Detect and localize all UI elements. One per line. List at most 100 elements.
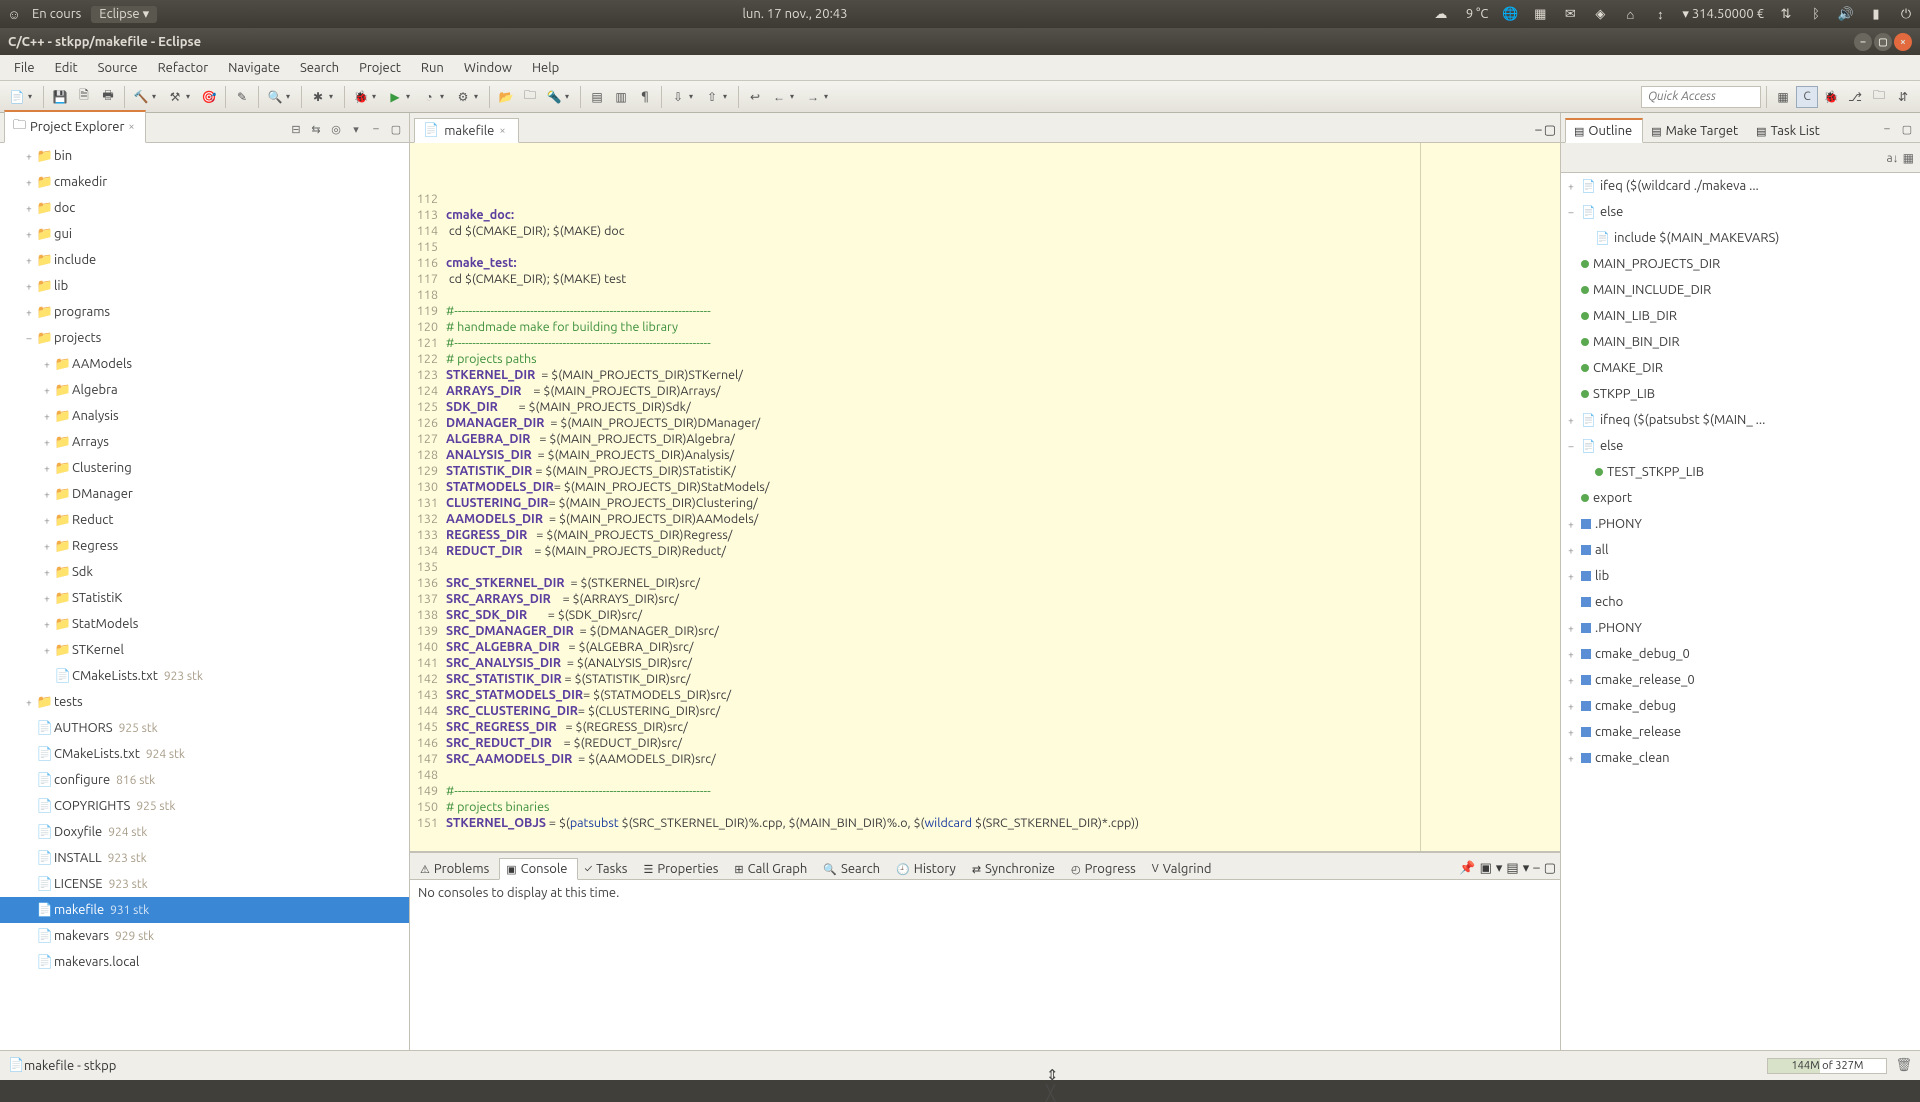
tree-item-include[interactable]: +📁include: [0, 247, 409, 273]
code-line[interactable]: # handmade make for building the library: [444, 319, 1560, 335]
tree-item-algebra[interactable]: +📁Algebra: [0, 377, 409, 403]
outline-item[interactable]: +cmake_debug_0: [1561, 641, 1920, 667]
editor-tab-makefile[interactable]: 📄 makefile ×: [414, 118, 519, 143]
code-line[interactable]: [444, 559, 1560, 575]
outline-sort-button[interactable]: a↓: [1886, 151, 1898, 165]
last-edit-button[interactable]: ↩: [744, 86, 766, 108]
code-line[interactable]: ANALYSIS_DIR = $(MAIN_PROJECTS_DIR)Analy…: [444, 447, 1560, 463]
tree-item-cmakedir[interactable]: +📁cmakedir: [0, 169, 409, 195]
minimize-view-button[interactable]: –: [367, 120, 385, 138]
expand-icon[interactable]: +: [1565, 571, 1577, 582]
close-icon[interactable]: ×: [499, 125, 505, 137]
code-line[interactable]: AAMODELS_DIR = $(MAIN_PROJECTS_DIR)AAMod…: [444, 511, 1560, 527]
code-line[interactable]: [444, 767, 1560, 783]
clock[interactable]: lun. 17 nov., 20:43: [157, 7, 1433, 21]
external-tools-button[interactable]: ⚙: [452, 86, 474, 108]
code-line[interactable]: cmake_test:: [444, 255, 1560, 271]
menu-project[interactable]: Project: [349, 58, 411, 78]
project-explorer-tab[interactable]: 🗀 Project Explorer ×: [4, 110, 146, 143]
git-perspective-button[interactable]: ⎇: [1844, 86, 1866, 108]
menu-window[interactable]: Window: [454, 58, 522, 78]
code-line[interactable]: cmake_doc:: [444, 207, 1560, 223]
build-target-button[interactable]: 🎯: [198, 86, 220, 108]
outline-item[interactable]: MAIN_BIN_DIR: [1561, 329, 1920, 355]
expand-icon[interactable]: +: [1565, 727, 1577, 738]
heap-status[interactable]: 144M of 327M: [1767, 1058, 1887, 1074]
expand-icon[interactable]: +: [1565, 675, 1577, 686]
code-line[interactable]: [444, 287, 1560, 303]
expand-icon[interactable]: +: [1565, 701, 1577, 712]
forward-button[interactable]: →: [802, 86, 824, 108]
expand-icon[interactable]: +: [40, 489, 54, 500]
code-line[interactable]: SRC_STATMODELS_DIR= $(STATMODELS_DIR)src…: [444, 687, 1560, 703]
expand-icon[interactable]: +: [1565, 545, 1577, 556]
tree-item-aamodels[interactable]: +📁AAModels: [0, 351, 409, 377]
bottom-tab-console[interactable]: ▣Console: [499, 858, 578, 880]
window-maximize-button[interactable]: ▢: [1874, 33, 1892, 51]
focus-task-button[interactable]: ◎: [327, 120, 345, 138]
run-button[interactable]: ▶: [384, 86, 406, 108]
window-minimize-button[interactable]: –: [1854, 33, 1872, 51]
tray-icon-5[interactable]: ⌂: [1622, 6, 1638, 22]
link-editor-button[interactable]: ⇆: [307, 120, 325, 138]
expand-icon[interactable]: +: [40, 411, 54, 422]
quick-access-input[interactable]: [1641, 86, 1761, 108]
outline-item[interactable]: 📄include $(MAIN_MAKEVARS): [1561, 225, 1920, 251]
resource-perspective-button[interactable]: 🗀: [1868, 86, 1890, 108]
tray-icon-6[interactable]: ↕: [1652, 6, 1668, 22]
outline-item[interactable]: MAIN_PROJECTS_DIR: [1561, 251, 1920, 277]
outline-item[interactable]: +📄ifeq ($(wildcard ./makeva ...: [1561, 173, 1920, 199]
expand-icon[interactable]: +: [1565, 649, 1577, 660]
power-icon[interactable]: ⏻: [1898, 6, 1914, 22]
code-line[interactable]: SDK_DIR = $(MAIN_PROJECTS_DIR)Sdk/: [444, 399, 1560, 415]
code-line[interactable]: ARRAYS_DIR = $(MAIN_PROJECTS_DIR)Arrays/: [444, 383, 1560, 399]
code-line[interactable]: cd $(CMAKE_DIR); $(MAKE) doc: [444, 223, 1560, 239]
open-console-button[interactable]: ▤: [1506, 861, 1518, 876]
network-icon[interactable]: ⇅: [1778, 6, 1794, 22]
tree-item-regress[interactable]: +📁Regress: [0, 533, 409, 559]
code-line[interactable]: SRC_REDUCT_DIR = $(REDUCT_DIR)src/: [444, 735, 1560, 751]
tree-item-reduct[interactable]: +📁Reduct: [0, 507, 409, 533]
console-minimize-button[interactable]: –: [1533, 861, 1539, 876]
tree-item-clustering[interactable]: +📁Clustering: [0, 455, 409, 481]
expand-icon[interactable]: +: [40, 619, 54, 630]
outline-item[interactable]: +all: [1561, 537, 1920, 563]
bottom-tab-progress[interactable]: ◴Progress: [1065, 859, 1146, 879]
tree-item-bin[interactable]: +📁bin: [0, 143, 409, 169]
expand-icon[interactable]: +: [22, 281, 36, 292]
build-all-button[interactable]: ⚒: [164, 86, 186, 108]
code-line[interactable]: [444, 239, 1560, 255]
new-button[interactable]: 📄: [6, 86, 28, 108]
bluetooth-icon[interactable]: ᛒ: [1808, 6, 1824, 22]
code-line[interactable]: [444, 191, 1560, 207]
next-annotation-button[interactable]: ⇩: [667, 86, 689, 108]
smiley-icon[interactable]: ☺: [6, 6, 22, 22]
tree-item-lib[interactable]: +📁lib: [0, 273, 409, 299]
outline-item[interactable]: +cmake_release_0: [1561, 667, 1920, 693]
code-line[interactable]: STKERNEL_DIR = $(MAIN_PROJECTS_DIR)STKer…: [444, 367, 1560, 383]
expand-icon[interactable]: –: [22, 333, 36, 344]
tree-item-tests[interactable]: +📁tests: [0, 689, 409, 715]
tree-item-configure[interactable]: 📄configure816 stk: [0, 767, 409, 793]
code-line[interactable]: CLUSTERING_DIR= $(MAIN_PROJECTS_DIR)Clus…: [444, 495, 1560, 511]
tree-item-makevars[interactable]: 📄makevars929 stk: [0, 923, 409, 949]
code-line[interactable]: # projects binaries: [444, 799, 1560, 815]
outline-item[interactable]: +cmake_debug: [1561, 693, 1920, 719]
prev-annotation-button[interactable]: ⇧: [701, 86, 723, 108]
expand-icon[interactable]: +: [22, 151, 36, 162]
expand-icon[interactable]: +: [22, 203, 36, 214]
open-perspective-button[interactable]: ▦: [1772, 86, 1794, 108]
code-line[interactable]: SRC_STKERNEL_DIR = $(STKERNEL_DIR)src/: [444, 575, 1560, 591]
outline-item[interactable]: +cmake_release: [1561, 719, 1920, 745]
expand-icon[interactable]: –: [1565, 441, 1577, 452]
weather-temp[interactable]: 9 °C: [1463, 7, 1488, 21]
code-line[interactable]: #---------------------------------------…: [444, 783, 1560, 799]
code-line[interactable]: #---------------------------------------…: [444, 335, 1560, 351]
editor-maximize-button[interactable]: ▢: [1544, 123, 1556, 138]
search-button[interactable]: 🔦: [543, 86, 565, 108]
outline-item[interactable]: +.PHONY: [1561, 615, 1920, 641]
window-close-button[interactable]: ×: [1894, 33, 1912, 51]
toggle-mark-button[interactable]: ▤: [586, 86, 608, 108]
pin-console-button[interactable]: 📌: [1459, 861, 1475, 876]
expand-icon[interactable]: +: [1565, 519, 1577, 530]
